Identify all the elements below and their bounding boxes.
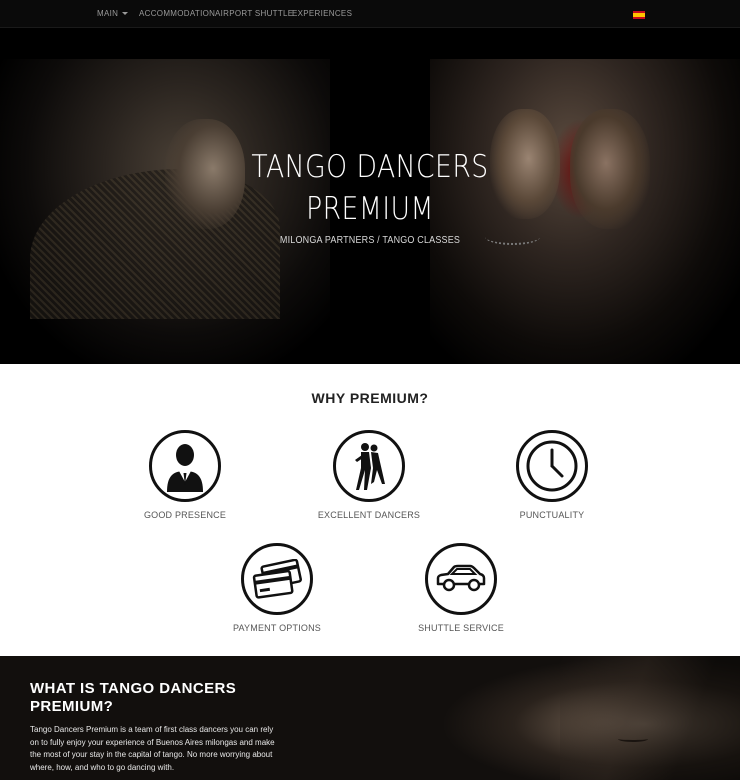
feature-excellent-dancers: EXCELLENT DANCERS <box>294 430 444 520</box>
feature-good-presence: GOOD PRESENCE <box>110 430 260 520</box>
feature-label: PUNCTUALITY <box>519 510 585 520</box>
hero-title: TANGO DANCERS PREMIUM <box>52 146 688 230</box>
section-body-text: Tango Dancers Premium is a team of first… <box>30 725 275 772</box>
credit-cards-icon <box>241 543 313 615</box>
feature-label: EXCELLENT DANCERS <box>317 510 421 520</box>
flag-es-icon[interactable] <box>633 11 645 19</box>
hero-banner: TANGO DANCERS PREMIUM MILONGA PARTNERS /… <box>0 29 740 364</box>
tango-couple-icon <box>333 430 405 502</box>
woman-portrait-photo <box>440 656 740 780</box>
chevron-down-icon <box>122 12 129 15</box>
hero-title-line2: PREMIUM <box>306 191 434 227</box>
nav-item-accommodation[interactable]: ACCOMMODATION <box>139 9 215 18</box>
nav-item-label: MAIN <box>97 9 119 18</box>
hero-subtitle: MILONGA PARTNERS / TANGO CLASSES <box>279 235 461 246</box>
top-navbar: MAIN ACCOMMODATION AIRPORT SHUTTLE EXPER… <box>0 0 740 28</box>
why-premium-section: WHY PREMIUM? GOOD PRESENCE EXCELLENT DAN… <box>0 364 740 656</box>
feature-label: GOOD PRESENCE <box>143 510 227 520</box>
feature-label: PAYMENT OPTIONS <box>232 623 321 633</box>
section-title: WHY PREMIUM? <box>311 390 429 406</box>
feature-punctuality: PUNCTUALITY <box>477 430 627 520</box>
nav-item-experiences[interactable]: EXPERIENCES <box>292 9 352 18</box>
businessman-icon <box>149 430 221 502</box>
clock-icon <box>516 430 588 502</box>
feature-shuttle-service: SHUTTLE SERVICE <box>386 543 536 633</box>
car-icon <box>425 543 497 615</box>
nav-item-main[interactable]: MAIN <box>97 9 129 18</box>
hero-title-line1: TANGO DANCERS <box>251 149 489 185</box>
feature-label: SHUTTLE SERVICE <box>418 623 504 633</box>
feature-payment-options: PAYMENT OPTIONS <box>202 543 352 633</box>
nav-item-airport-shuttle[interactable]: AIRPORT SHUTTLE <box>215 9 293 18</box>
section-title: WHAT IS TANGO DANCERS PREMIUM? <box>30 680 237 715</box>
what-is-section: WHAT IS TANGO DANCERS PREMIUM? Tango Dan… <box>0 656 740 780</box>
